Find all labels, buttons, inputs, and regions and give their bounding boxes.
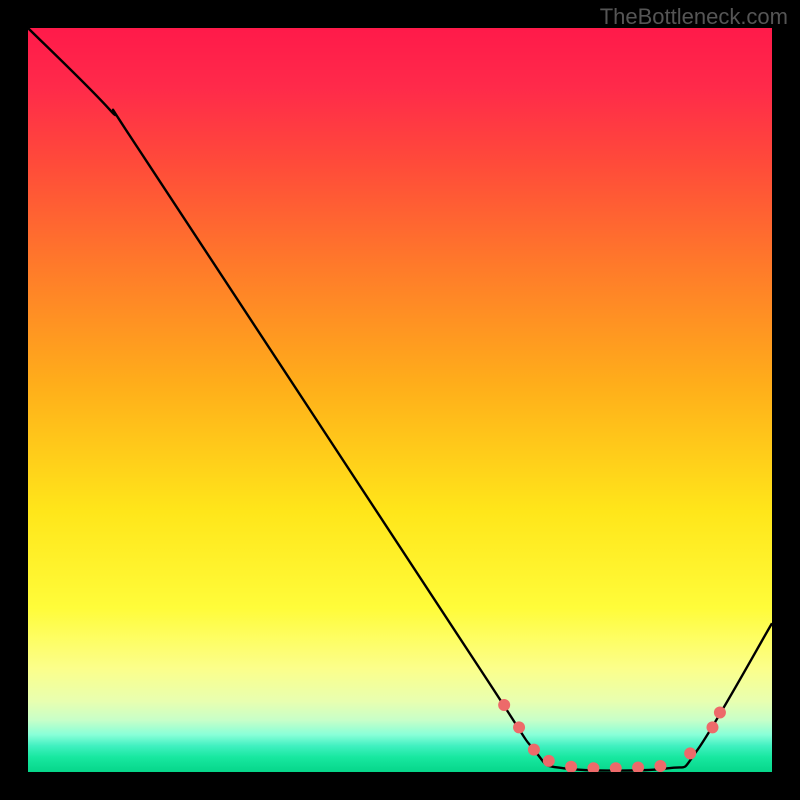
highlight-dot [543, 755, 555, 767]
highlight-dot [714, 706, 726, 718]
highlight-dot [684, 747, 696, 759]
highlight-dot [513, 721, 525, 733]
highlight-dot [632, 762, 644, 772]
plot-area [28, 28, 772, 772]
bottleneck-curve [28, 28, 772, 771]
watermark-text: TheBottleneck.com [600, 4, 788, 30]
highlight-dot [610, 762, 622, 772]
highlight-dot [528, 744, 540, 756]
highlight-dot [654, 760, 666, 772]
highlight-dots-group [498, 699, 726, 772]
highlight-dot [565, 761, 577, 772]
highlight-dot [587, 762, 599, 772]
highlight-dot [498, 699, 510, 711]
chart-svg [28, 28, 772, 772]
highlight-dot [706, 721, 718, 733]
